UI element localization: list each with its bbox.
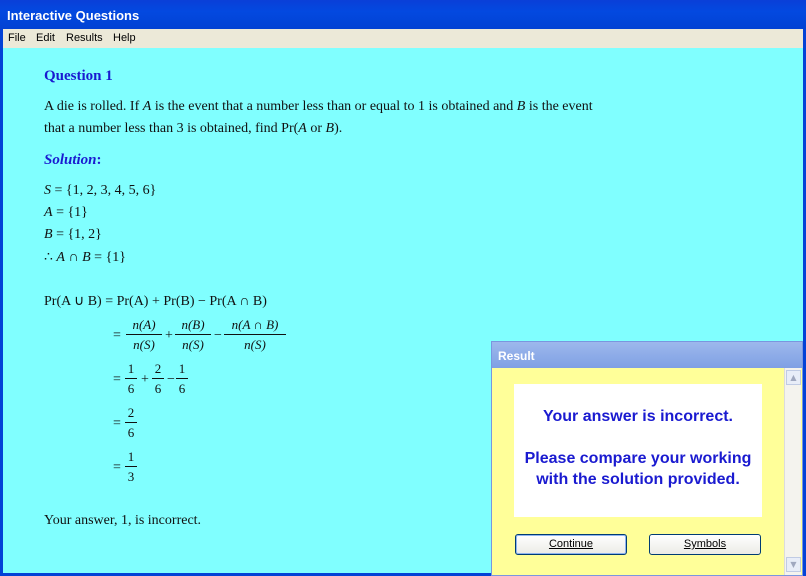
set-value: = {1, 2, 3, 4, 5, 6}: [51, 183, 157, 198]
therefore-symbol: ∴: [44, 250, 57, 265]
text-part: is the event: [525, 99, 593, 114]
fraction-1-6: 16: [176, 360, 188, 399]
scroll-down-arrow-icon[interactable]: ▼: [786, 557, 801, 572]
plus-sign: +: [141, 372, 149, 387]
numerator: 2: [152, 360, 164, 379]
set-a: A = {1}: [44, 205, 88, 221]
solution-colon: :: [96, 152, 102, 168]
solution-label: Solution: [44, 152, 97, 168]
numerator: 1: [176, 360, 188, 379]
numerator: 1: [125, 360, 137, 379]
question-text-line2: that a number less than 3 is obtained, f…: [44, 121, 342, 137]
denominator: 6: [154, 381, 162, 396]
fraction-1-6: 16: [125, 360, 137, 399]
denominator: n(S): [133, 337, 155, 352]
result-message-line1: Your answer is incorrect.: [543, 408, 733, 425]
set-var: B: [44, 227, 53, 242]
denominator: n(S): [244, 337, 266, 352]
result-dialog-titlebar[interactable]: Result: [492, 342, 802, 368]
set-s: S = {1, 2, 3, 4, 5, 6}: [44, 183, 156, 199]
window-titlebar[interactable]: Interactive Questions: [0, 0, 806, 29]
equals-sign: =: [113, 416, 121, 431]
numerator: n(A): [126, 316, 162, 335]
set-value: = {1}: [52, 205, 88, 220]
denominator: 6: [127, 425, 135, 440]
result-dialog: Result Your answer is incorrect. Please …: [491, 341, 803, 576]
text-part: A die is rolled. If: [44, 99, 143, 114]
equals-sign: =: [113, 328, 121, 343]
symbols-button[interactable]: Symbols: [649, 534, 761, 555]
set-intersection: ∴ A ∩ B = {1}: [44, 249, 126, 266]
equals-sign: =: [113, 372, 121, 387]
numerator: n(A ∩ B): [224, 316, 286, 335]
fraction-nanb-ns: n(A ∩ B) n(S): [224, 316, 286, 355]
denominator: n(S): [182, 337, 204, 352]
menu-edit[interactable]: Edit: [36, 32, 55, 44]
feedback-text: Your answer, 1, is incorrect.: [44, 513, 202, 528]
fraction-nb-ns: n(B) n(S): [175, 316, 211, 355]
question-text-line1: A die is rolled. If A is the event that …: [44, 99, 593, 115]
denominator: 6: [127, 381, 135, 396]
result-message-box: Your answer is incorrect. Please compare…: [514, 384, 762, 517]
set-var: A: [56, 250, 65, 265]
text-part: ).: [334, 121, 343, 136]
result-message-line2: Please compare your working: [524, 450, 752, 467]
denominator: 6: [178, 381, 186, 396]
fraction-1-3-result: 13: [125, 448, 137, 487]
result-message-line3: with the solution provided.: [536, 471, 740, 488]
var-a: A: [298, 121, 307, 136]
set-var: S: [44, 183, 51, 198]
set-b: B = {1, 2}: [44, 227, 102, 243]
set-var: A: [44, 205, 53, 220]
text-part: that a number less than 3 is obtained, f…: [44, 121, 299, 136]
text-part: or: [306, 121, 326, 136]
fraction-na-ns: n(A) n(S): [126, 316, 162, 355]
scroll-up-arrow-icon[interactable]: ▲: [786, 370, 801, 385]
set-value: = {1, 2}: [52, 227, 102, 242]
minus-sign: −: [167, 372, 175, 387]
set-var: B: [82, 250, 91, 265]
solution-heading: Solution:: [44, 152, 102, 169]
menu-bar: File Edit Results Help: [3, 29, 803, 48]
fraction-2-6-result: 26: [125, 404, 137, 443]
continue-button[interactable]: Continue: [515, 534, 627, 555]
set-value: = {1}: [90, 250, 127, 265]
denominator: 3: [127, 469, 135, 484]
dialog-scrollbar[interactable]: ▲ ▼: [784, 368, 801, 575]
menu-help[interactable]: Help: [113, 32, 136, 44]
numerator: n(B): [175, 316, 211, 335]
formula-line: Pr(A ∪ B) = Pr(A) + Pr(B) − Pr(A ∩ B): [44, 294, 267, 309]
plus-sign: +: [165, 328, 173, 343]
fraction-2-6: 26: [152, 360, 164, 399]
equals-sign: =: [113, 460, 121, 475]
question-heading: Question 1: [44, 68, 113, 84]
menu-file[interactable]: File: [8, 32, 26, 44]
minus-sign: −: [214, 328, 222, 343]
result-dialog-title: Result: [498, 349, 535, 363]
numerator: 2: [125, 404, 137, 423]
menu-results[interactable]: Results: [66, 32, 103, 44]
var-b: B: [325, 121, 335, 136]
window-title: Interactive Questions: [7, 8, 140, 23]
text-part: is the event that a number less than or …: [151, 99, 517, 114]
numerator: 1: [125, 448, 137, 467]
cap-symbol: ∩: [64, 250, 83, 265]
